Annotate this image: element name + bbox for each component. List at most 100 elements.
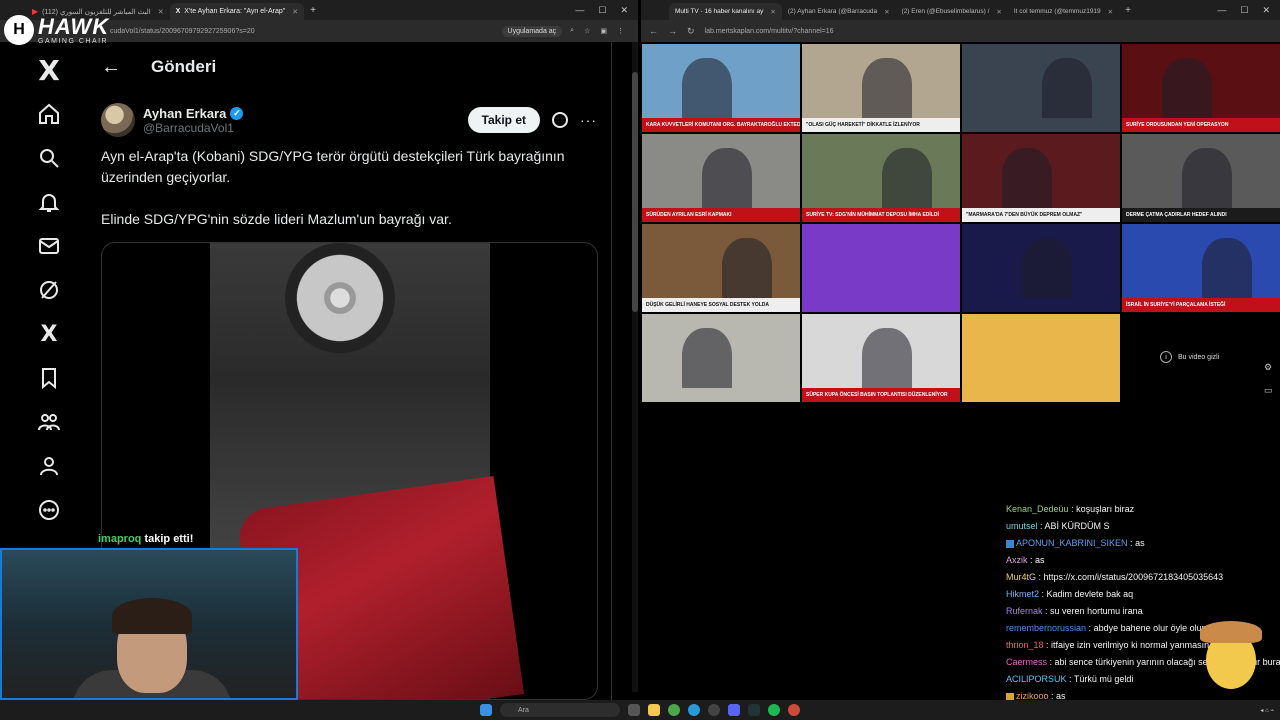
forward-icon[interactable]: → — [668, 26, 677, 36]
tv-channel-tile[interactable]: SURİYE ORDUSUNDAN YENİ OPERASYON — [1121, 43, 1280, 133]
chat-username[interactable]: Rufernak — [1006, 606, 1043, 616]
right-address-bar[interactable]: ← → ↻ lab.mertskaplan.com/multitv/?chann… — [641, 20, 1280, 42]
taskview-icon[interactable] — [628, 704, 640, 716]
close-icon[interactable]: ✕ — [884, 8, 889, 16]
system-tray[interactable]: ◂ ⌂ ⌁ — [1260, 707, 1274, 714]
settings-icon[interactable]: ⚙ — [1264, 362, 1273, 373]
nav-notifications[interactable] — [31, 184, 67, 220]
close-icon[interactable]: ✕ — [1108, 8, 1113, 16]
chat-separator: : — [1042, 606, 1051, 616]
tv-channel-tile[interactable]: İSRAİL İN SURİYE'Yİ PARÇALAMA İSTEĞİ — [1121, 223, 1280, 313]
nav-messages[interactable] — [31, 228, 67, 264]
grok-explain-icon[interactable] — [552, 112, 568, 128]
url-text[interactable]: cudaVol1/status/2009670979292725906?s=20 — [110, 28, 502, 35]
chat-separator: : — [1027, 555, 1036, 565]
windows-start-icon[interactable] — [480, 704, 492, 716]
close-icon[interactable]: ✕ — [158, 8, 164, 16]
tv-channel-tile[interactable] — [961, 43, 1121, 133]
menu-icon[interactable]: ⋮ — [617, 27, 624, 35]
scrollbar-thumb[interactable] — [632, 72, 638, 312]
chat-username[interactable]: APONUN_KABRINI_SIKEN — [1016, 538, 1128, 548]
steam-icon[interactable] — [748, 704, 760, 716]
page-title: Gönderi — [151, 57, 217, 76]
nav-bookmarks[interactable] — [31, 360, 67, 396]
spotify-icon[interactable] — [768, 704, 780, 716]
author-name[interactable]: Ayhan Erkara — [143, 106, 226, 121]
nav-home[interactable] — [31, 96, 67, 132]
tab-eren[interactable]: (2) Eren (@Ebuselimbelarus) / ✕ — [896, 3, 1008, 20]
more-options-icon[interactable]: ··· — [580, 112, 597, 128]
nav-explore[interactable] — [31, 140, 67, 176]
bookmark-star-icon[interactable]: ☆ — [584, 27, 590, 35]
presenter-figure — [1162, 58, 1212, 118]
reload-icon[interactable]: ↻ — [687, 26, 695, 37]
tab-ayhan[interactable]: (2) Ayhan Erkara (@Barracuda ✕ — [782, 3, 896, 20]
chat-username[interactable]: Mur4tG — [1006, 572, 1036, 582]
follow-button[interactable]: Takip et — [467, 107, 540, 133]
chat-username[interactable]: umutsel — [1006, 521, 1038, 531]
news-ticker: SÜPER KUPA ÖNCESİ BASIN TOPLANTISI DÜZEN… — [802, 388, 960, 402]
new-tab-button[interactable]: + — [1119, 5, 1137, 16]
chat-separator: : — [1036, 572, 1044, 582]
tv-channel-tile[interactable]: KARA KUVVETLERİ KOMUTANI ORG. BAYRAKTARO… — [641, 43, 801, 133]
tv-channel-tile[interactable]: "MARMARA'DA 7'DEN BÜYÜK DEPREM OLMAZ" — [961, 133, 1121, 223]
maximize-button[interactable]: ☐ — [598, 5, 606, 16]
avatar[interactable] — [101, 103, 135, 137]
maximize-button[interactable]: ☐ — [1240, 5, 1248, 16]
discord-icon[interactable] — [728, 704, 740, 716]
nav-grok[interactable] — [31, 272, 67, 308]
close-window-button[interactable]: ✕ — [620, 5, 628, 16]
close-icon[interactable]: ✕ — [996, 8, 1001, 16]
minimize-button[interactable]: — — [575, 5, 584, 16]
news-ticker: KARA KUVVETLERİ KOMUTANI ORG. BAYRAKTARO… — [642, 118, 800, 132]
tv-channel-tile[interactable]: DÜŞÜK GELİRLİ HANEYE SOSYAL DESTEK YOLDA — [641, 223, 801, 313]
close-icon[interactable]: ✕ — [770, 8, 775, 16]
screen-icon[interactable]: ▭ — [1264, 385, 1273, 396]
tv-channel-tile[interactable] — [961, 313, 1121, 403]
tv-channel-tile[interactable] — [961, 223, 1121, 313]
author-handle[interactable]: @BarracudaVol1 — [143, 121, 243, 135]
news-ticker: SÜRÜDEN AYRILAN ESRİ KAPMAKI — [642, 208, 800, 222]
tab-multi-tv[interactable]: Multi TV - 16 haber kanalını ay ✕ — [669, 3, 782, 20]
chat-username[interactable]: Hikmet2 — [1006, 589, 1039, 599]
chat-username[interactable]: thrion_18 — [1006, 640, 1044, 650]
file-explorer-icon[interactable] — [648, 704, 660, 716]
taskbar-search[interactable]: Ara — [500, 703, 620, 717]
nav-communities[interactable] — [31, 404, 67, 440]
back-arrow-icon[interactable]: ← — [101, 56, 121, 79]
browser-icon[interactable] — [788, 704, 800, 716]
tv-channel-tile[interactable]: SÜPER KUPA ÖNCESİ BASIN TOPLANTISI DÜZEN… — [801, 313, 961, 403]
nav-more[interactable] — [31, 492, 67, 528]
tv-channel-tile[interactable] — [801, 223, 961, 313]
chat-username[interactable]: ACILIPORSUK — [1006, 674, 1067, 684]
chat-username[interactable]: Caermess — [1006, 657, 1047, 667]
chat-username[interactable]: Axzik — [1006, 555, 1028, 565]
tv-channel-tile[interactable]: SÜRÜDEN AYRILAN ESRİ KAPMAKI — [641, 133, 801, 223]
open-in-app-button[interactable]: Uygulamada aç — [501, 25, 563, 37]
tv-channel-tile[interactable]: "OLASI GÜÇ HAREKETİ" DİKKATLE İZLENİYOR — [801, 43, 961, 133]
tab-temmuz[interactable]: It col temmuz (@temmuz1919 ✕ — [1008, 3, 1119, 20]
back-icon[interactable]: ← — [649, 26, 658, 36]
obs-icon[interactable] — [708, 704, 720, 716]
chat-username[interactable]: remembernorussian — [1006, 623, 1086, 633]
left-scrollbar[interactable] — [632, 42, 638, 692]
close-window-button[interactable]: ✕ — [1262, 5, 1270, 16]
new-tab-button[interactable]: + — [304, 5, 322, 16]
extensions-icon[interactable]: ▣ — [600, 27, 607, 35]
author-name-row[interactable]: Ayhan Erkara ✓ — [143, 106, 244, 121]
url-text[interactable]: lab.mertskaplan.com/multitv/?channel=16 — [705, 28, 834, 35]
minimize-button[interactable]: — — [1217, 5, 1226, 16]
zoom-icon[interactable]: ⌕ — [570, 27, 574, 35]
tv-channel-tile[interactable]: SURİYE TV: SDG'NİN MÜHİMMAT DEPOSU İMHA … — [801, 133, 961, 223]
nav-profile[interactable] — [31, 448, 67, 484]
tv-channel-tile[interactable]: DERME ÇATMA ÇADIRLAR HEDEF ALINDI — [1121, 133, 1280, 223]
chrome-icon[interactable] — [668, 704, 680, 716]
chat-username[interactable]: Kenan_Dedeüu — [1006, 504, 1069, 514]
edge-icon[interactable] — [688, 704, 700, 716]
tab-x-post[interactable]: X X'te Ayhan Erkara: "Ayn el-Arap" ✕ — [169, 3, 305, 20]
x-logo-link[interactable]: X — [31, 52, 67, 88]
tv-channel-tile[interactable] — [641, 313, 801, 403]
nav-premium[interactable]: X — [31, 316, 67, 352]
presenter-figure — [862, 58, 912, 118]
close-icon[interactable]: ✕ — [292, 8, 298, 16]
